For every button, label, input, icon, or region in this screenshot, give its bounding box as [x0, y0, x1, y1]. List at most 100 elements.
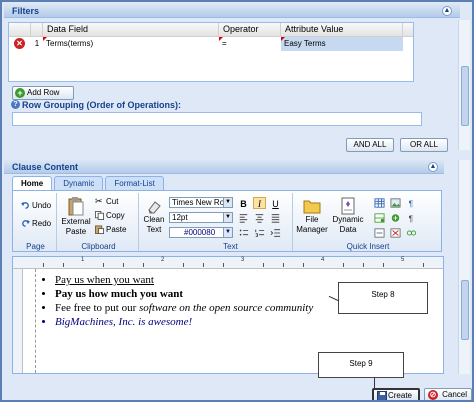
- list-item[interactable]: Pay us how much you want: [55, 287, 313, 301]
- external-paste-button[interactable]: External Paste: [61, 197, 91, 237]
- cut-button[interactable]: ✂ Cut: [95, 197, 118, 207]
- font-family-select[interactable]: Times New Rom ▼: [169, 197, 233, 208]
- row-number: 1: [34, 39, 40, 48]
- row-operator[interactable]: =: [219, 37, 281, 51]
- merge-cells-icon[interactable]: [373, 227, 386, 239]
- quick-insert-group: File Manager Dynamic Data ¶ ¶ Quick Inse…: [295, 193, 441, 251]
- dynamic-data-icon: [341, 197, 355, 215]
- main-scrollbar-thumb[interactable]: [461, 66, 469, 126]
- pilcrow-icon[interactable]: ¶: [405, 212, 418, 224]
- insert-row-icon[interactable]: [373, 212, 386, 224]
- numbered-list-icon[interactable]: [253, 227, 266, 239]
- row-attribute-value[interactable]: Easy Terms: [281, 37, 403, 51]
- step-8-callout: Step 8: [338, 282, 428, 314]
- clean-text-button[interactable]: Clean Text: [141, 199, 167, 235]
- quick-insert-group-label: Quick Insert: [346, 242, 390, 251]
- tab-dynamic[interactable]: Dynamic: [54, 176, 104, 190]
- create-button[interactable]: Create: [372, 388, 420, 400]
- external-paste-icon: [68, 197, 84, 216]
- column-data-field[interactable]: Data Field: [43, 23, 219, 36]
- clause-scrollbar[interactable]: [458, 160, 470, 374]
- ribbon-toolbar: Undo Redo Page External Paste ✂ Cut Copy …: [12, 190, 442, 252]
- grid-header-icon-col: [9, 23, 31, 36]
- cancel-button[interactable]: ⊘ Cancel: [424, 388, 472, 400]
- align-center-icon[interactable]: [253, 212, 266, 224]
- paragraph-icon[interactable]: ¶: [405, 197, 418, 209]
- eraser-icon: [148, 201, 161, 214]
- ribbon-tabs: Home Dynamic Format-List: [12, 176, 166, 190]
- text-group-label: Text: [223, 242, 238, 251]
- add-row-label: Add Row: [27, 88, 60, 97]
- add-row-button[interactable]: + Add Row: [12, 86, 74, 100]
- horizontal-ruler: 1 2 3 4 5: [13, 257, 443, 269]
- align-left-icon[interactable]: [237, 212, 250, 224]
- grid-header: Data Field Operator Attribute Value: [9, 23, 413, 37]
- chevron-down-icon: ▼: [223, 228, 232, 237]
- filters-grid: Data Field Operator Attribute Value ✕ 1 …: [8, 22, 414, 82]
- insert-table-icon[interactable]: [373, 197, 386, 209]
- collapse-up-icon[interactable]: ▲: [442, 6, 452, 16]
- collapse-up-icon[interactable]: ▲: [428, 162, 438, 172]
- or-all-button[interactable]: OR ALL: [400, 138, 448, 152]
- clean-text-group: Clean Text: [141, 193, 167, 251]
- list-item[interactable]: Pay us when you want: [55, 273, 313, 287]
- row-data-field[interactable]: Terms(terms): [43, 37, 219, 51]
- list-item[interactable]: BigMachines, Inc. is awesome!: [55, 315, 313, 329]
- dynamic-data-button[interactable]: Dynamic Data: [331, 197, 365, 235]
- copy-icon: [95, 211, 104, 221]
- vertical-ruler: [13, 269, 23, 373]
- clause-scrollbar-thumb[interactable]: [461, 280, 469, 340]
- step-9-callout: Step 9: [318, 352, 404, 378]
- row-grouping-label: ? Row Grouping (Order of Operations):: [11, 100, 181, 110]
- bullet-list-icon[interactable]: [237, 227, 250, 239]
- column-operator[interactable]: Operator: [219, 23, 281, 36]
- clipboard-group: External Paste ✂ Cut Copy Paste Clipboard: [59, 193, 139, 251]
- clause-content-header: Clause Content ▲: [4, 160, 444, 174]
- tab-format-list[interactable]: Format-List: [105, 176, 164, 190]
- bold-button[interactable]: B: [237, 197, 250, 209]
- plus-icon: +: [15, 88, 25, 98]
- page-group: Undo Redo Page: [15, 193, 57, 251]
- tab-home[interactable]: Home: [12, 176, 53, 190]
- clause-editor-window: Filters ▲ Data Field Operator Attribute …: [0, 0, 474, 402]
- page-group-label: Page: [26, 242, 45, 251]
- main-scrollbar[interactable]: [458, 20, 470, 150]
- font-color-select[interactable]: #000080 ▼: [169, 227, 233, 238]
- indent-icon[interactable]: [269, 227, 282, 239]
- chevron-down-icon: ▼: [223, 198, 232, 207]
- chevron-down-icon: ▼: [223, 213, 232, 222]
- align-justify-icon[interactable]: [269, 212, 282, 224]
- insert-column-icon[interactable]: [389, 212, 402, 224]
- and-all-button[interactable]: AND ALL: [346, 138, 394, 152]
- list-item[interactable]: Fee free to put our software on the open…: [55, 301, 313, 315]
- filters-header: Filters ▲: [4, 4, 460, 18]
- redo-button[interactable]: Redo: [21, 219, 51, 229]
- file-manager-button[interactable]: File Manager: [295, 197, 329, 235]
- filters-title: Filters: [12, 6, 40, 16]
- column-attribute-value[interactable]: Attribute Value: [281, 23, 403, 36]
- paste-icon: [95, 225, 104, 235]
- save-icon: [377, 391, 387, 400]
- underline-button[interactable]: U: [269, 197, 282, 209]
- table-row[interactable]: ✕ 1 Terms(terms) = Easy Terms: [9, 37, 413, 51]
- insert-image-icon[interactable]: [389, 197, 402, 209]
- row-grouping-input[interactable]: [12, 112, 422, 126]
- cancel-icon: ⊘: [428, 390, 438, 400]
- copy-button[interactable]: Copy: [95, 211, 125, 221]
- bullet-list[interactable]: Pay us when you want Pay us how much you…: [55, 273, 313, 329]
- svg-text:¶: ¶: [409, 198, 414, 208]
- svg-text:¶: ¶: [409, 213, 414, 223]
- step-9-pointer: [374, 378, 375, 388]
- page-margin: [35, 269, 36, 373]
- italic-button[interactable]: I: [253, 197, 266, 209]
- grid-header-num-col: [31, 23, 43, 36]
- paste-button[interactable]: Paste: [95, 225, 126, 235]
- help-icon[interactable]: ?: [11, 100, 20, 109]
- undo-button[interactable]: Undo: [21, 201, 51, 211]
- folder-icon: [303, 200, 321, 214]
- delete-row-icon[interactable]: ✕: [14, 38, 25, 49]
- font-size-select[interactable]: 12pt ▼: [169, 212, 233, 223]
- link-icon[interactable]: [405, 227, 418, 239]
- undo-icon: [21, 202, 29, 210]
- delete-table-icon[interactable]: [389, 227, 402, 239]
